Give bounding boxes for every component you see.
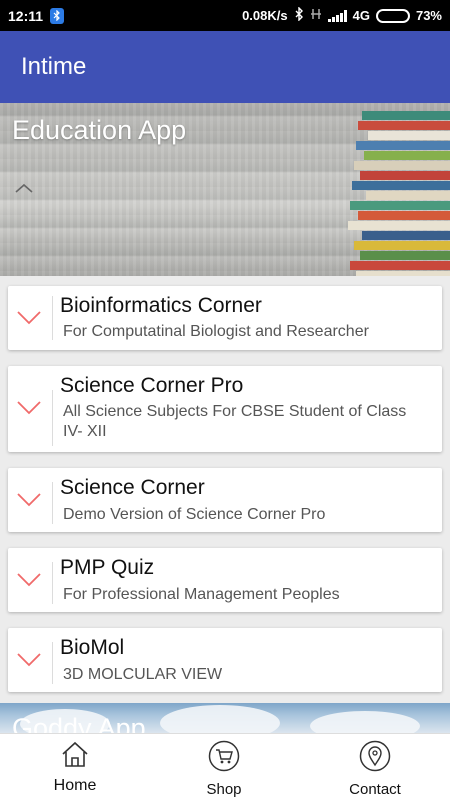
list-item[interactable]: Science Corner Demo Version of Science C… xyxy=(8,468,442,532)
app-title: Science Corner Pro xyxy=(60,374,244,397)
app-subtitle: All Science Subjects For CBSE Student of… xyxy=(63,403,407,440)
chevron-down-icon[interactable] xyxy=(16,652,42,668)
goddy-app-banner[interactable]: Goddy App xyxy=(0,703,450,733)
app-subtitle: 3D MOLCULAR VIEW xyxy=(63,666,223,683)
nav-contact[interactable]: Contact xyxy=(340,734,410,800)
network-type: 4G xyxy=(352,8,370,23)
banner-title: Education App xyxy=(12,115,187,145)
chevron-up-icon[interactable] xyxy=(14,181,34,199)
education-app-banner[interactable]: Education App xyxy=(0,103,450,276)
nav-contact-label: Contact xyxy=(349,781,401,798)
location-pin-icon xyxy=(359,740,391,777)
app-bar: Intime xyxy=(0,31,450,103)
bluetooth-icon xyxy=(294,6,304,24)
list-item[interactable]: Science Corner Pro All Science Subjects … xyxy=(8,366,442,452)
list-item[interactable]: Bioinformatics Corner For Computatinal B… xyxy=(8,286,442,350)
app-subtitle: For Computatinal Biologist and Researche… xyxy=(63,323,369,340)
app-title: Intime xyxy=(21,53,87,80)
no-signal-icon xyxy=(310,7,322,24)
nav-home[interactable]: Home xyxy=(40,734,110,800)
app-title: BioMol xyxy=(60,636,125,659)
status-time: 12:11 xyxy=(8,7,44,24)
nav-shop-label: Shop xyxy=(206,781,242,798)
books-stack-image xyxy=(348,111,450,276)
battery-icon xyxy=(375,8,410,23)
signal-icon xyxy=(327,9,347,22)
status-bar: 12:11 0.08K/s 4G 73% xyxy=(0,0,450,31)
battery-percent: 73% xyxy=(415,8,442,23)
app-title: Bioinformatics Corner xyxy=(60,294,262,317)
nav-shop[interactable]: Shop xyxy=(189,734,259,800)
cart-icon xyxy=(208,740,240,777)
network-speed: 0.08K/s xyxy=(242,8,288,23)
chevron-down-icon[interactable] xyxy=(16,400,42,416)
bottom-navigation: Home Shop Contact xyxy=(0,733,450,800)
app-title: PMP Quiz xyxy=(60,556,155,579)
status-right: 0.08K/s 4G 73% xyxy=(242,6,442,24)
list-item[interactable]: BioMol 3D MOLCULAR VIEW xyxy=(8,628,442,692)
nav-home-label: Home xyxy=(53,777,97,794)
bluetooth-notification-icon xyxy=(50,7,65,24)
app-subtitle: For Professional Management Peoples xyxy=(63,586,340,603)
app-subtitle: Demo Version of Science Corner Pro xyxy=(63,506,326,523)
chevron-down-icon[interactable] xyxy=(16,492,42,508)
status-left: 12:11 xyxy=(8,7,65,24)
list-item[interactable]: PMP Quiz For Professional Management Peo… xyxy=(8,548,442,612)
banner-title: Goddy App xyxy=(12,713,146,733)
home-icon xyxy=(60,740,90,773)
chevron-down-icon[interactable] xyxy=(16,310,42,326)
app-title: Science Corner xyxy=(60,476,205,499)
chevron-down-icon[interactable] xyxy=(16,572,42,588)
